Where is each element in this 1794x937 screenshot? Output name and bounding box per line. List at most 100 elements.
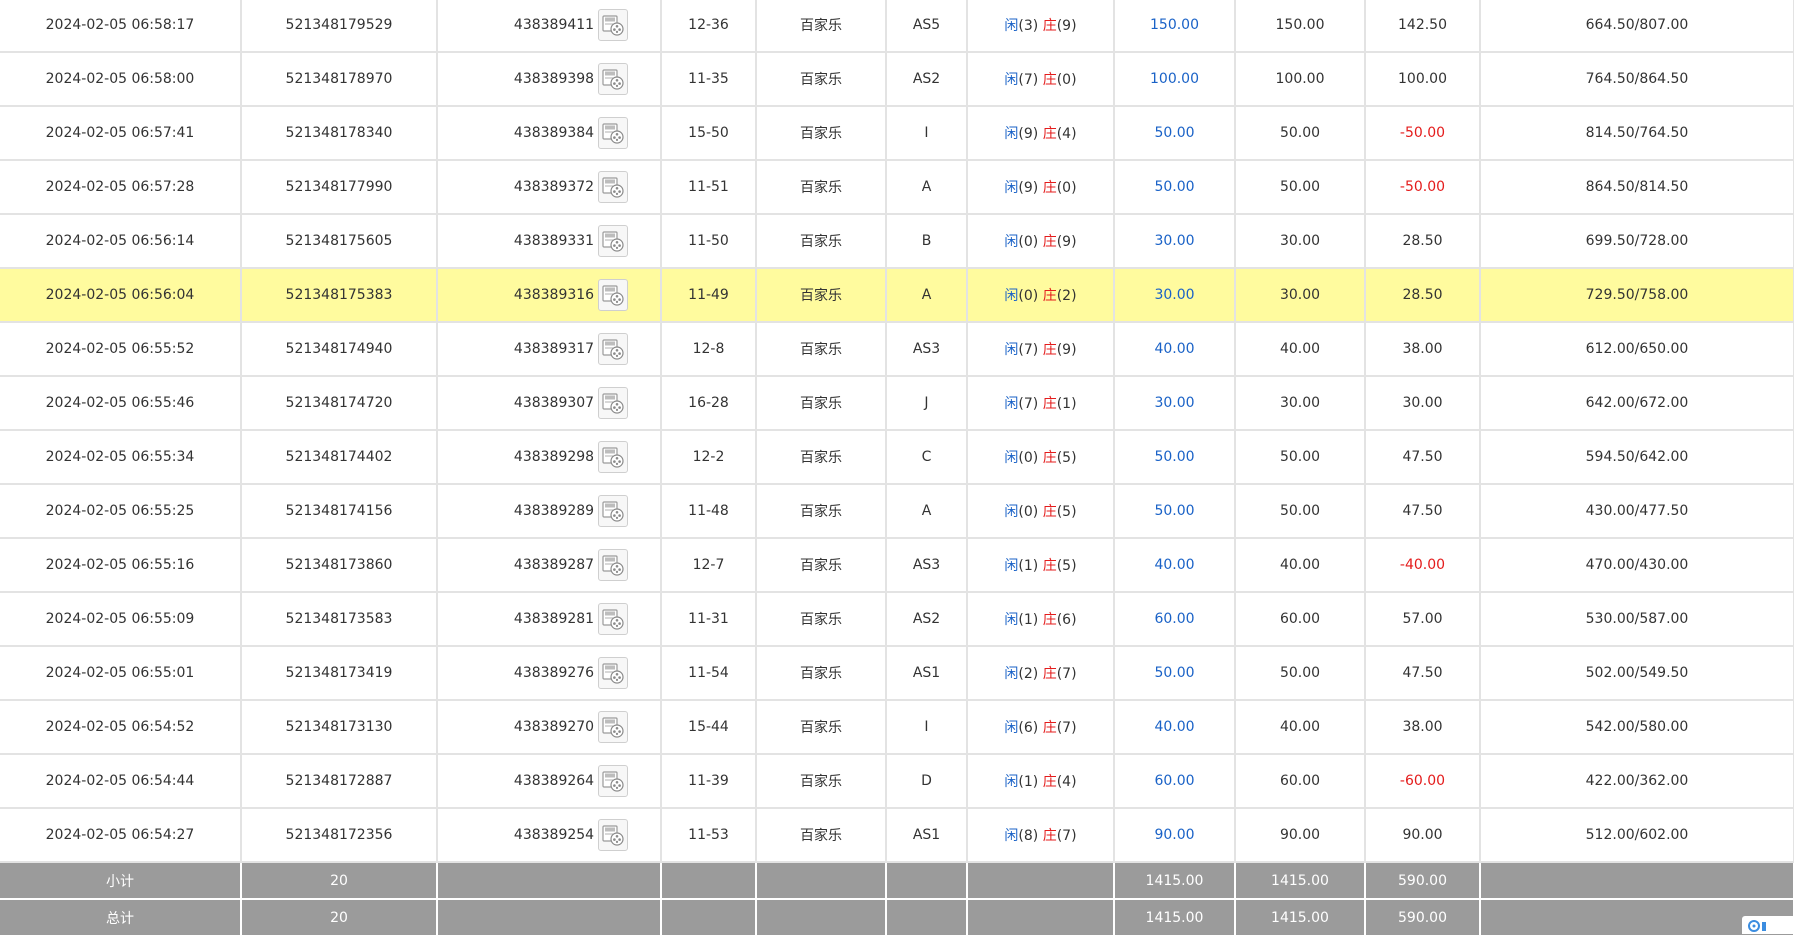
empty-cell (661, 862, 756, 899)
replay-video-icon[interactable] (598, 549, 628, 581)
win-loss: 30.00 (1365, 376, 1480, 430)
valid-bet: 40.00 (1235, 700, 1365, 754)
bet-amount: 30.00 (1114, 268, 1235, 322)
bet-number: 521348173583 (241, 592, 437, 646)
replay-video-icon[interactable] (598, 117, 628, 149)
table-code: A (886, 484, 967, 538)
shoe-number: 12-36 (661, 0, 756, 52)
replay-video-icon[interactable] (598, 603, 628, 635)
balance-before-after: 814.50/764.50 (1480, 106, 1794, 160)
game-type: 百家乐 (756, 52, 886, 106)
game-type: 百家乐 (756, 322, 886, 376)
bet-time: 2024-02-05 06:55:16 (0, 538, 241, 592)
player-label: 闲 (1004, 504, 1018, 520)
replay-video-icon[interactable] (598, 657, 628, 689)
replay-video-icon[interactable] (598, 765, 628, 797)
table-code: AS3 (886, 322, 967, 376)
table-row: 2024-02-05 06:55:34521348174402438389298… (0, 430, 1794, 484)
bet-time: 2024-02-05 06:58:00 (0, 52, 241, 106)
player-label: 闲 (1004, 396, 1018, 412)
table-row: 2024-02-05 06:57:41521348178340438389384… (0, 106, 1794, 160)
replay-video-icon[interactable] (598, 441, 628, 473)
round-cell: 438389317 (437, 322, 661, 376)
game-type: 百家乐 (756, 0, 886, 52)
player-label: 闲 (1004, 720, 1018, 736)
round-number: 438389384 (514, 125, 594, 141)
game-type: 百家乐 (756, 160, 886, 214)
table-code: AS5 (886, 0, 967, 52)
replay-video-icon[interactable] (598, 279, 628, 311)
table-row: 2024-02-05 06:54:44521348172887438389264… (0, 754, 1794, 808)
summary-count: 20 (241, 862, 437, 899)
table-row: 2024-02-05 06:56:14521348175605438389331… (0, 214, 1794, 268)
win-loss: -50.00 (1365, 106, 1480, 160)
replay-video-icon[interactable] (598, 711, 628, 743)
banker-points: (4) (1057, 126, 1077, 142)
round-number: 438389317 (514, 341, 594, 357)
player-label: 闲 (1004, 234, 1018, 250)
valid-bet: 100.00 (1235, 52, 1365, 106)
valid-bet: 50.00 (1235, 430, 1365, 484)
bet-amount: 100.00 (1114, 52, 1235, 106)
bet-time: 2024-02-05 06:57:41 (0, 106, 241, 160)
replay-video-icon[interactable] (598, 387, 628, 419)
table-row: 2024-02-05 06:58:00521348178970438389398… (0, 52, 1794, 106)
bet-amount: 30.00 (1114, 376, 1235, 430)
banker-points: (5) (1057, 504, 1077, 520)
shoe-number: 12-8 (661, 322, 756, 376)
shoe-number: 11-49 (661, 268, 756, 322)
banker-points: (7) (1057, 828, 1077, 844)
table-code: D (886, 754, 967, 808)
bet-time: 2024-02-05 06:55:25 (0, 484, 241, 538)
shoe-number: 11-39 (661, 754, 756, 808)
banker-points: (6) (1057, 612, 1077, 628)
win-loss: 90.00 (1365, 808, 1480, 862)
replay-video-icon[interactable] (598, 171, 628, 203)
balance-before-after: 594.50/642.00 (1480, 430, 1794, 484)
round-number: 438389287 (514, 557, 594, 573)
valid-bet: 30.00 (1235, 214, 1365, 268)
bet-number: 521348173130 (241, 700, 437, 754)
shoe-number: 11-35 (661, 52, 756, 106)
bet-amount: 150.00 (1114, 0, 1235, 52)
summary-valid-bet: 1415.00 (1235, 862, 1365, 899)
balance-before-after: 430.00/477.50 (1480, 484, 1794, 538)
bet-number: 521348174720 (241, 376, 437, 430)
bet-amount: 30.00 (1114, 214, 1235, 268)
round-wrap: 438389298 (514, 441, 628, 473)
win-loss: -60.00 (1365, 754, 1480, 808)
balance-before-after: 864.50/814.50 (1480, 160, 1794, 214)
table-row: 2024-02-05 06:58:17521348179529438389411… (0, 0, 1794, 52)
banker-label: 庄 (1043, 450, 1057, 466)
player-points: (7) (1018, 342, 1038, 358)
banker-label: 庄 (1043, 666, 1057, 682)
player-label: 闲 (1004, 342, 1018, 358)
banker-label: 庄 (1043, 126, 1057, 142)
banker-points: (9) (1057, 18, 1077, 34)
banker-label: 庄 (1043, 396, 1057, 412)
round-cell: 438389384 (437, 106, 661, 160)
chat-widget-icon[interactable] (1742, 916, 1794, 934)
win-loss: 28.50 (1365, 214, 1480, 268)
empty-cell (967, 862, 1114, 899)
replay-video-icon[interactable] (598, 63, 628, 95)
player-label: 闲 (1004, 126, 1018, 142)
round-cell: 438389372 (437, 160, 661, 214)
replay-video-icon[interactable] (598, 495, 628, 527)
game-type: 百家乐 (756, 484, 886, 538)
balance-before-after: 664.50/807.00 (1480, 0, 1794, 52)
player-points: (2) (1018, 666, 1038, 682)
replay-video-icon[interactable] (598, 9, 628, 41)
summary-bet-amount: 1415.00 (1114, 899, 1235, 936)
replay-video-icon[interactable] (598, 225, 628, 257)
summary-win-loss: 590.00 (1365, 862, 1480, 899)
replay-video-icon[interactable] (598, 819, 628, 851)
replay-video-icon[interactable] (598, 333, 628, 365)
banker-points: (1) (1057, 396, 1077, 412)
bet-time: 2024-02-05 06:55:46 (0, 376, 241, 430)
balance-before-after: 642.00/672.00 (1480, 376, 1794, 430)
win-loss: 28.50 (1365, 268, 1480, 322)
empty-cell (967, 899, 1114, 936)
player-points: (9) (1018, 180, 1038, 196)
round-wrap: 438389316 (514, 279, 628, 311)
